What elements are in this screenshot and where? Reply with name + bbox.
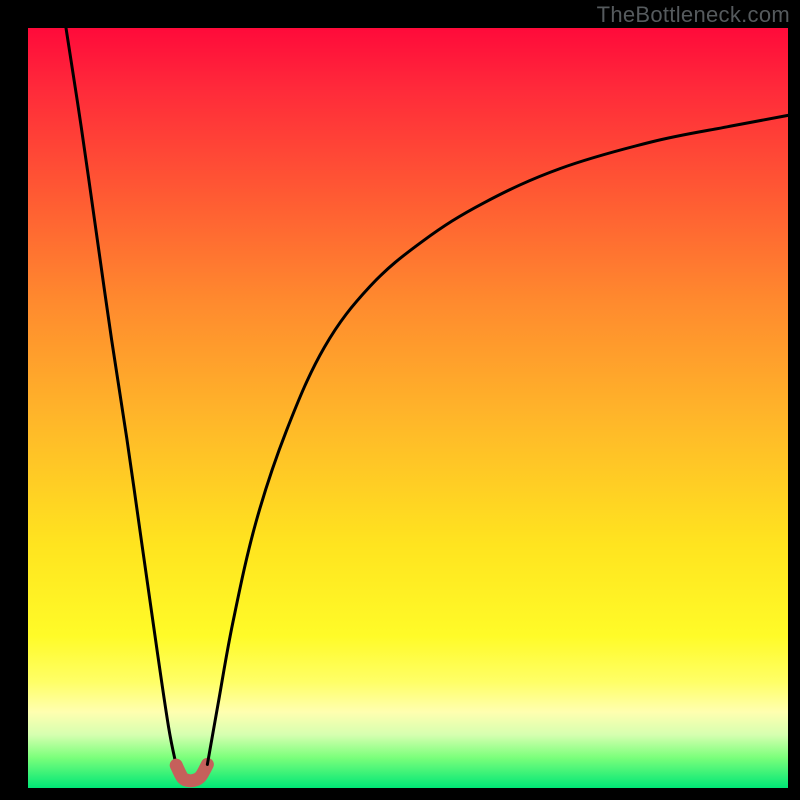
- chart-curves: [0, 0, 800, 800]
- watermark-text: TheBottleneck.com: [597, 2, 790, 28]
- series-left-branch: [66, 28, 176, 765]
- series-right-branch: [207, 115, 788, 764]
- series-valley-marker: [176, 764, 207, 780]
- chart-frame: TheBottleneck.com: [0, 0, 800, 800]
